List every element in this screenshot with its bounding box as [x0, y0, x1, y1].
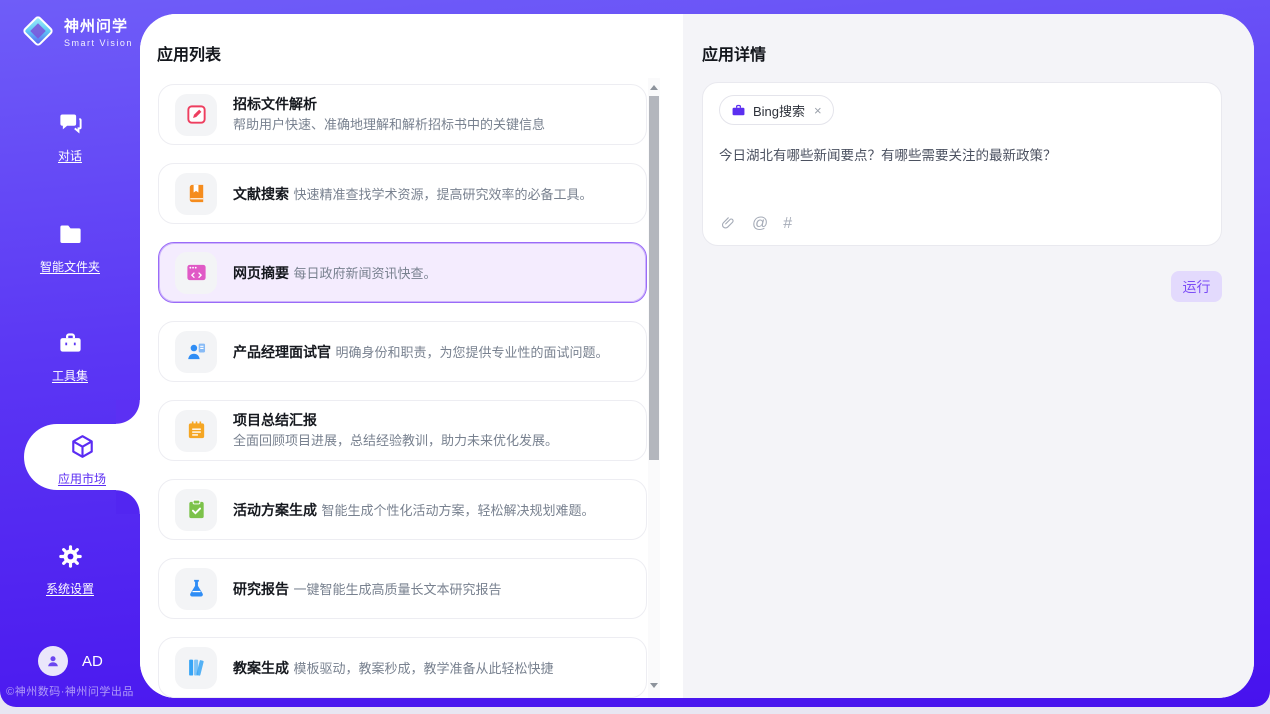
- scrollbar-thumb[interactable]: [649, 96, 659, 460]
- sidebar: 神州问学 Smart Vision 对话 智能文件夹 工具集 应用市场 系统设置…: [0, 0, 140, 707]
- chat-icon: [57, 110, 84, 137]
- user-avatar-icon: [38, 646, 68, 676]
- app-detail-title: 应用详情: [702, 41, 766, 65]
- tool-chip-label: Bing搜索: [753, 101, 805, 120]
- sidebar-item-cube[interactable]: 应用市场: [24, 424, 140, 490]
- app-card[interactable]: 研究报告 一键智能生成高质量长文本研究报告: [158, 558, 647, 619]
- brand-name: 神州问学: [64, 15, 133, 36]
- sidebar-item-chat[interactable]: 对话: [0, 110, 140, 164]
- scroll-down-button[interactable]: [648, 678, 660, 692]
- user-initials: AD: [82, 653, 103, 670]
- composer-toolbar: @ #: [720, 215, 792, 232]
- clipboard-check-icon: [175, 489, 217, 531]
- app-card[interactable]: 教案生成 模板驱动，教案秒成，教学准备从此轻松快捷: [158, 637, 647, 698]
- scroll-up-button[interactable]: [648, 80, 660, 94]
- sidebar-item-gear[interactable]: 系统设置: [0, 543, 140, 597]
- toolbox-icon: [57, 330, 84, 357]
- paperclip-icon[interactable]: [720, 215, 737, 232]
- diamond-logo-icon: [20, 13, 56, 49]
- edit-square-icon: [175, 94, 217, 136]
- book-icon: [175, 173, 217, 215]
- prompt-text[interactable]: 今日湖北有哪些新闻要点？有哪些需要关注的最新政策？: [719, 146, 1205, 166]
- app-card[interactable]: 项目总结汇报 全面回顾项目进展，总结经验教训，助力未来优化发展。: [158, 400, 647, 461]
- mention-icon[interactable]: @: [752, 216, 768, 232]
- research-icon: [175, 568, 217, 610]
- briefcase-icon: [731, 103, 746, 118]
- app-card[interactable]: 活动方案生成 智能生成个性化活动方案，轻松解决规划难题。: [158, 479, 647, 540]
- notepad-icon: [175, 410, 217, 452]
- hashtag-icon[interactable]: #: [783, 216, 792, 232]
- content-sheet: 应用列表 招标文件解析 帮助用户快速、准确地理解和解析招标书中的关键信息 文献搜…: [140, 14, 1254, 698]
- app-card[interactable]: 文献搜索 快速精准查找学术资源，提高研究效率的必备工具。: [158, 163, 647, 224]
- app-detail-panel: 应用详情 Bing搜索 × 今日湖北有哪些新闻要点？有哪些需要关注的最新政策？: [683, 14, 1254, 698]
- sidebar-item-folder[interactable]: 智能文件夹: [0, 221, 140, 275]
- scrollbar[interactable]: [648, 78, 660, 698]
- run-button[interactable]: 运行: [1171, 271, 1222, 302]
- app-list-title: 应用列表: [157, 41, 221, 65]
- tool-chip-bing-search[interactable]: Bing搜索 ×: [719, 95, 834, 125]
- app-card-list: 招标文件解析 帮助用户快速、准确地理解和解析招标书中的关键信息 文献搜索 快速精…: [158, 84, 647, 698]
- brand-tagline: Smart Vision: [64, 38, 133, 48]
- user-account[interactable]: AD: [38, 646, 103, 676]
- brand-logo: 神州问学 Smart Vision: [20, 13, 133, 49]
- interview-icon: [175, 331, 217, 373]
- app-frame: 神州问学 Smart Vision 对话 智能文件夹 工具集 应用市场 系统设置…: [0, 0, 1270, 707]
- books-icon: [175, 647, 217, 689]
- copyright-text: ©神州数码·神州问学出品: [0, 683, 140, 699]
- app-list-panel: 应用列表 招标文件解析 帮助用户快速、准确地理解和解析招标书中的关键信息 文献搜…: [140, 14, 683, 698]
- gear-icon: [57, 543, 84, 570]
- app-window: 神州问学 Smart Vision 对话 智能文件夹 工具集 应用市场 系统设置…: [0, 0, 1270, 714]
- prompt-composer[interactable]: Bing搜索 × 今日湖北有哪些新闻要点？有哪些需要关注的最新政策？ @ #: [702, 82, 1222, 246]
- sidebar-item-toolbox[interactable]: 工具集: [0, 330, 140, 384]
- app-card[interactable]: 网页摘要 每日政府新闻资讯快查。: [158, 242, 647, 303]
- cube-icon: [69, 433, 96, 460]
- browser-code-icon: [175, 252, 217, 294]
- folder-icon: [57, 221, 84, 248]
- app-card[interactable]: 招标文件解析 帮助用户快速、准确地理解和解析招标书中的关键信息: [158, 84, 647, 145]
- app-card[interactable]: 产品经理面试官 明确身份和职责，为您提供专业性的面试问题。: [158, 321, 647, 382]
- chip-close-icon[interactable]: ×: [814, 104, 822, 117]
